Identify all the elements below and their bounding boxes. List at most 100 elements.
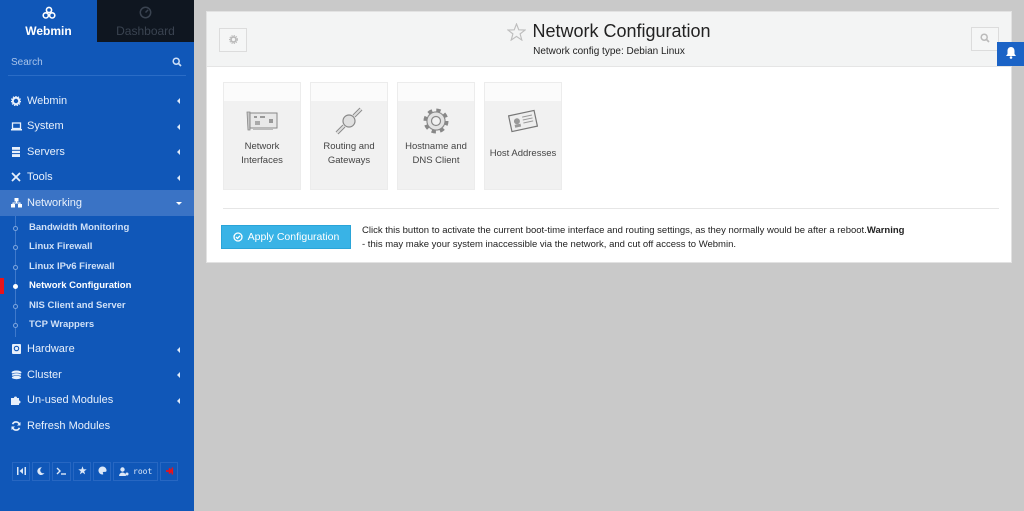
panel-title-wrap: Network Configuration Network config typ… <box>207 21 1011 57</box>
puzzle-icon <box>10 394 22 406</box>
moon-icon <box>37 466 45 477</box>
caret-left-icon <box>177 346 180 353</box>
sidebar-item-label: System <box>27 120 64 133</box>
module-icons-row: Network Interfaces Routing and Gateways Ho… <box>223 82 562 190</box>
sidebar-bottom-bar: root <box>12 462 179 481</box>
bullet-icon <box>13 245 18 250</box>
tab-dashboard[interactable]: Dashboard <box>97 0 194 42</box>
sidebar-subitem-network-configuration[interactable]: Network Configuration <box>0 276 194 296</box>
user-cog-icon <box>119 467 129 476</box>
active-marker <box>0 278 4 294</box>
host-addresses-link[interactable]: Host Addresses <box>484 82 562 190</box>
module-label: Network <box>244 141 280 152</box>
collapse-sidebar-button[interactable] <box>12 462 30 481</box>
sidebar-subitem-label: Bandwidth Monitoring <box>29 221 130 233</box>
sidebar-subitem-linux-ipv6-firewall[interactable]: Linux IPv6 Firewall <box>0 257 194 277</box>
palette-icon <box>97 466 107 477</box>
sidebar-item-refresh-modules[interactable]: Refresh Modules <box>0 413 194 439</box>
tab-webmin-label: Webmin <box>25 23 72 38</box>
apply-configuration-label: Apply Configuration <box>247 231 340 243</box>
user-name: root <box>133 467 153 476</box>
user-button[interactable]: root <box>113 462 159 481</box>
terminal-button[interactable] <box>52 462 71 481</box>
sidebar-subitem-bandwidth-monitoring[interactable]: Bandwidth Monitoring <box>0 218 194 238</box>
sidebar-top-tabs: Webmin Dashboard <box>0 0 194 42</box>
sidebar-menu: Webmin System Servers Tools Networking B… <box>0 88 194 439</box>
sidebar-item-unused-modules[interactable]: Un-used Modules <box>0 388 194 414</box>
caret-down-icon <box>176 202 182 205</box>
webmin-logo-icon <box>41 5 56 21</box>
module-label: Hostname and <box>405 141 467 152</box>
notifications-button[interactable] <box>997 42 1024 66</box>
section-divider <box>223 208 999 209</box>
star-icon <box>77 466 87 477</box>
sidebar-item-system[interactable]: System <box>0 114 194 140</box>
gear-icon <box>10 95 22 107</box>
hdd-icon <box>10 343 22 355</box>
page-subtitle: Network config type: Debian Linux <box>533 45 685 57</box>
tab-webmin[interactable]: Webmin <box>0 0 97 42</box>
caret-left-icon <box>177 123 180 130</box>
check-circle-icon <box>233 232 243 242</box>
page-title: Network Configuration <box>532 21 711 41</box>
sidebar-item-webmin[interactable]: Webmin <box>0 88 194 114</box>
sidebar-item-label: Refresh Modules <box>27 419 111 432</box>
caret-left-icon <box>177 149 180 155</box>
theme-button[interactable] <box>93 462 111 481</box>
sidebar-item-label: Tools <box>27 171 53 184</box>
sidebar-subitem-label: NIS Client and Server <box>29 299 126 311</box>
bell-icon <box>1005 46 1017 62</box>
sidebar-search-input[interactable] <box>8 57 158 68</box>
bullet-icon <box>13 303 18 309</box>
panel-header: Network Configuration Network config typ… <box>207 12 1011 67</box>
sidebar-item-cluster[interactable]: Cluster <box>0 362 194 388</box>
sidebar-item-hardware[interactable]: Hardware <box>0 337 194 363</box>
address-card-icon <box>508 105 538 137</box>
network-icon <box>10 197 22 209</box>
hostname-dns-link[interactable]: Hostname and DNS Client <box>397 82 475 190</box>
network-interfaces-link[interactable]: Network Interfaces <box>223 82 301 190</box>
network-card-icon <box>245 105 279 137</box>
sidebar-item-label: Webmin <box>27 94 68 107</box>
dashboard-gauge-icon <box>139 5 152 21</box>
search-icon <box>980 32 990 46</box>
bullet-icon <box>13 225 18 231</box>
apply-warning-label: Warning <box>866 225 905 236</box>
apply-configuration-button[interactable]: Apply Configuration <box>221 225 351 249</box>
server-icon <box>10 146 22 158</box>
laptop-icon <box>10 120 22 132</box>
apply-description: Click this button to activate the curren… <box>362 224 932 252</box>
caret-left-icon <box>177 98 180 104</box>
favorite-star-icon[interactable] <box>507 22 527 41</box>
module-label: Routing and <box>323 141 375 152</box>
sidebar-subitem-label: Network Configuration <box>29 280 132 292</box>
night-mode-button[interactable] <box>32 462 50 481</box>
refresh-icon <box>10 420 22 432</box>
main-panel: Network Configuration Network config typ… <box>206 11 1012 263</box>
search-icon[interactable] <box>172 56 182 70</box>
apply-description-warning-text: - this may make your system inaccessible… <box>362 239 736 250</box>
module-label: DNS Client <box>412 155 460 166</box>
module-label: Gateways <box>327 155 371 166</box>
logout-button[interactable] <box>160 462 179 481</box>
module-label: Interfaces <box>241 155 283 166</box>
caret-left-icon <box>177 174 180 181</box>
sidebar-item-label: Un-used Modules <box>27 394 114 407</box>
sidebar-item-networking[interactable]: Networking <box>0 190 194 216</box>
collapse-icon <box>16 466 26 477</box>
networking-submenu: Bandwidth Monitoring Linux Firewall Linu… <box>0 215 194 337</box>
caret-left-icon <box>177 397 180 404</box>
sidebar-subitem-tcp-wrappers[interactable]: TCP Wrappers <box>0 315 194 335</box>
tab-dashboard-label: Dashboard <box>116 23 175 38</box>
routing-gateways-link[interactable]: Routing and Gateways <box>310 82 388 190</box>
sidebar-subitem-nis-client-and-server[interactable]: NIS Client and Server <box>0 296 194 316</box>
bullet-icon <box>13 264 18 270</box>
module-search-button[interactable] <box>971 27 999 51</box>
sidebar-item-label: Servers <box>27 145 65 158</box>
bullet-icon <box>13 323 18 328</box>
sidebar-subitem-linux-firewall[interactable]: Linux Firewall <box>0 237 194 257</box>
sidebar-item-tools[interactable]: Tools <box>0 165 194 191</box>
sidebar: Webmin Dashboard Webmin System Servers <box>0 0 194 511</box>
sidebar-item-servers[interactable]: Servers <box>0 139 194 165</box>
favorites-button[interactable] <box>73 462 91 481</box>
